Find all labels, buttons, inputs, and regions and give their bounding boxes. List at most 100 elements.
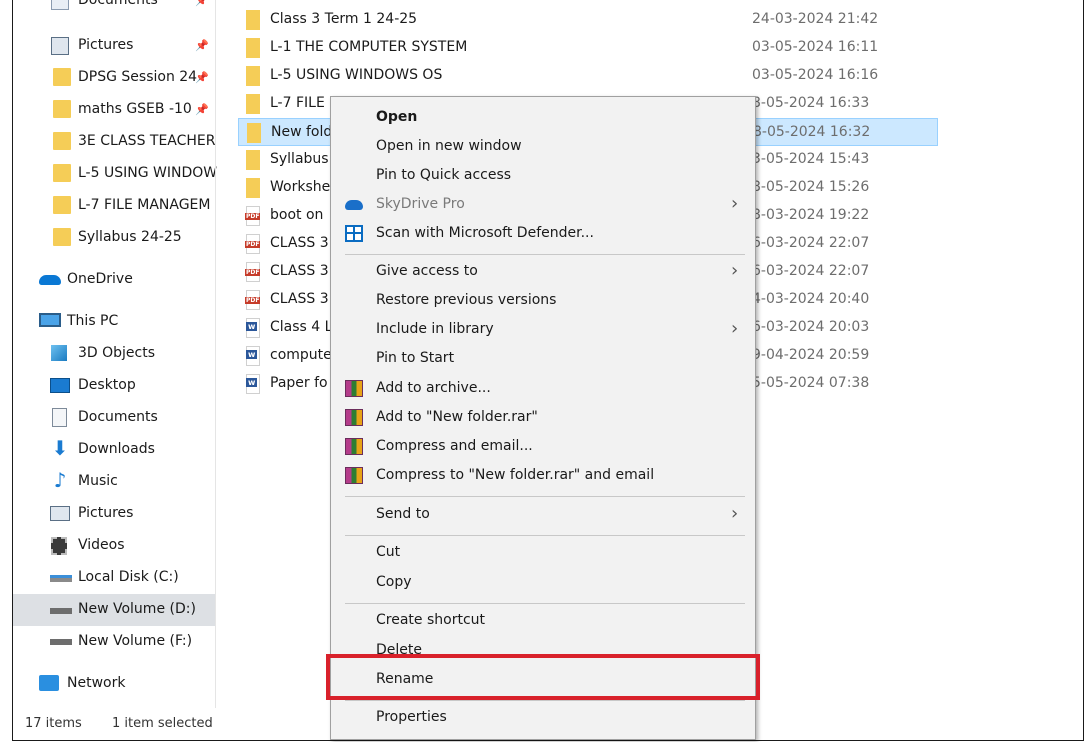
- context-menu: Open Open in new window Pin to Quick acc…: [330, 96, 756, 740]
- menu-label: Pin to Start: [376, 350, 455, 366]
- selection-count: 1 item selected: [111, 716, 213, 731]
- menu-label: Scan with Microsoft Defender...: [376, 225, 594, 241]
- nav-label: Desktop: [78, 377, 136, 393]
- folder-icon: [53, 228, 71, 246]
- menu-separator: [345, 496, 745, 497]
- folder-icon: [53, 100, 71, 118]
- menu-label: Create shortcut: [376, 612, 486, 628]
- pictures-icon: [50, 506, 70, 521]
- nav-item-maths-gseb[interactable]: maths GSEB -10 📌: [13, 95, 215, 125]
- file-row[interactable]: L-1 THE COMPUTER SYSTEM 03-05-2024 16:11: [238, 34, 938, 62]
- nav-item-new-volume-f[interactable]: New Volume (F:): [13, 627, 215, 657]
- file-row[interactable]: L-5 USING WINDOWS OS 03-05-2024 16:16: [238, 62, 938, 90]
- chevron-right-icon: ›: [731, 260, 739, 281]
- menu-item-give-access[interactable]: Give access to ›: [331, 257, 755, 286]
- menu-item-compress-email[interactable]: Compress and email...: [331, 432, 755, 461]
- menu-item-pin-to-start[interactable]: Pin to Start: [331, 344, 755, 373]
- menu-item-cut[interactable]: Cut: [331, 538, 755, 567]
- nav-label: L-5 USING WINDOW: [78, 165, 218, 181]
- nav-label: Music: [78, 473, 118, 489]
- menu-label: Compress to "New folder.rar" and email: [376, 467, 655, 483]
- nav-label: Downloads: [78, 441, 155, 457]
- nav-item-new-volume-d[interactable]: New Volume (D:): [13, 594, 215, 626]
- nav-label: L-7 FILE MANAGEM: [78, 197, 211, 213]
- folder-icon: [246, 38, 260, 58]
- nav-item-3e-class-teacher[interactable]: 3E CLASS TEACHER: [13, 127, 216, 157]
- nav-label: Documents: [78, 0, 158, 8]
- nav-item-3d-objects[interactable]: 3D Objects: [13, 339, 215, 369]
- file-date: 5-05-2024 07:38: [752, 375, 870, 391]
- folder-icon: [247, 123, 261, 143]
- nav-label: Pictures: [78, 37, 134, 53]
- menu-item-skydrive-pro[interactable]: SkyDrive Pro ›: [331, 190, 755, 219]
- file-row[interactable]: Class 3 Term 1 24-25 24-03-2024 21:42: [238, 6, 938, 34]
- file-date: 4-03-2024 20:40: [752, 291, 870, 307]
- menu-item-include-library[interactable]: Include in library ›: [331, 315, 755, 344]
- nav-item-syllabus[interactable]: Syllabus 24-25: [13, 223, 215, 253]
- file-name: Workshe: [270, 179, 331, 195]
- folder-icon: [246, 66, 260, 86]
- nav-label: Syllabus 24-25: [78, 229, 182, 245]
- file-name: boot on: [270, 207, 324, 223]
- menu-label: SkyDrive Pro: [376, 196, 465, 212]
- nav-item-pictures[interactable]: Pictures: [13, 499, 215, 529]
- nav-item-onedrive[interactable]: OneDrive: [13, 265, 215, 295]
- menu-item-send-to[interactable]: Send to ›: [331, 500, 755, 529]
- nav-item-network[interactable]: Network: [13, 669, 215, 699]
- pdf-icon: [245, 206, 261, 226]
- nav-item-pictures-pinned[interactable]: Pictures 📌: [13, 31, 215, 61]
- nav-label: OneDrive: [67, 271, 133, 287]
- folder-icon: [53, 132, 71, 150]
- file-date: 8-05-2024 16:33: [752, 95, 870, 111]
- menu-item-pin-quick-access[interactable]: Pin to Quick access: [331, 161, 755, 190]
- nav-item-videos[interactable]: Videos: [13, 531, 215, 561]
- menu-item-properties[interactable]: Properties: [331, 703, 755, 732]
- network-icon: [39, 675, 59, 691]
- menu-label: Open: [376, 109, 418, 125]
- nav-item-local-disk-c[interactable]: Local Disk (C:): [13, 563, 215, 593]
- file-name: Class 4 L: [270, 319, 333, 335]
- nav-item-documents-pinned[interactable]: Documents 📌: [13, 0, 215, 28]
- nav-label: New Volume (F:): [78, 633, 193, 649]
- menu-item-create-shortcut[interactable]: Create shortcut: [331, 606, 755, 635]
- music-icon: ♪: [53, 468, 67, 492]
- nav-item-this-pc[interactable]: This PC: [13, 307, 215, 337]
- file-name: compute: [270, 347, 332, 363]
- nav-item-l5-using-window[interactable]: L-5 USING WINDOW: [13, 159, 218, 189]
- folder-icon: [246, 150, 260, 170]
- menu-item-scan-defender[interactable]: Scan with Microsoft Defender...: [331, 219, 755, 248]
- menu-separator: [345, 254, 745, 255]
- file-name: Syllabus: [270, 151, 329, 167]
- menu-item-open-new-window[interactable]: Open in new window: [331, 132, 755, 161]
- defender-icon: [345, 225, 363, 242]
- winrar-icon: [345, 438, 363, 455]
- menu-item-compress-rar-email[interactable]: Compress to "New folder.rar" and email: [331, 461, 755, 490]
- file-name: L-5 USING WINDOWS OS: [270, 67, 443, 83]
- file-name: Class 3 Term 1 24-25: [270, 11, 418, 27]
- nav-label: Documents: [78, 409, 158, 425]
- navigation-pane: Documents 📌 Pictures 📌 DPSG Session 24 📌…: [13, 0, 218, 708]
- menu-label: Add to "New folder.rar": [376, 409, 538, 425]
- file-name: CLASS 3: [270, 235, 329, 251]
- nav-item-downloads[interactable]: ⬇ Downloads: [13, 435, 215, 465]
- menu-item-open[interactable]: Open: [331, 103, 755, 132]
- nav-item-l7-file-management[interactable]: L-7 FILE MANAGEM: [13, 191, 215, 221]
- pin-icon: 📌: [195, 0, 209, 7]
- menu-item-restore-versions[interactable]: Restore previous versions: [331, 286, 755, 315]
- chevron-right-icon: ›: [731, 193, 739, 214]
- nav-item-documents[interactable]: Documents: [13, 403, 215, 433]
- cloud-icon: [39, 275, 61, 285]
- pane-divider[interactable]: [215, 0, 216, 708]
- menu-item-copy[interactable]: Copy: [331, 568, 755, 597]
- nav-item-dpsg-session[interactable]: DPSG Session 24 📌: [13, 63, 215, 93]
- menu-item-add-to-rar[interactable]: Add to "New folder.rar": [331, 403, 755, 432]
- menu-label: Include in library: [376, 321, 494, 337]
- menu-item-add-to-archive[interactable]: Add to archive...: [331, 374, 755, 403]
- nav-label: Pictures: [78, 505, 134, 521]
- nav-item-music[interactable]: ♪ Music: [13, 467, 215, 497]
- menu-label: Cut: [376, 544, 401, 560]
- nav-item-desktop[interactable]: Desktop: [13, 371, 215, 401]
- nav-label: Network: [67, 675, 126, 691]
- word-doc-icon: [246, 318, 260, 338]
- folder-icon: [53, 164, 71, 182]
